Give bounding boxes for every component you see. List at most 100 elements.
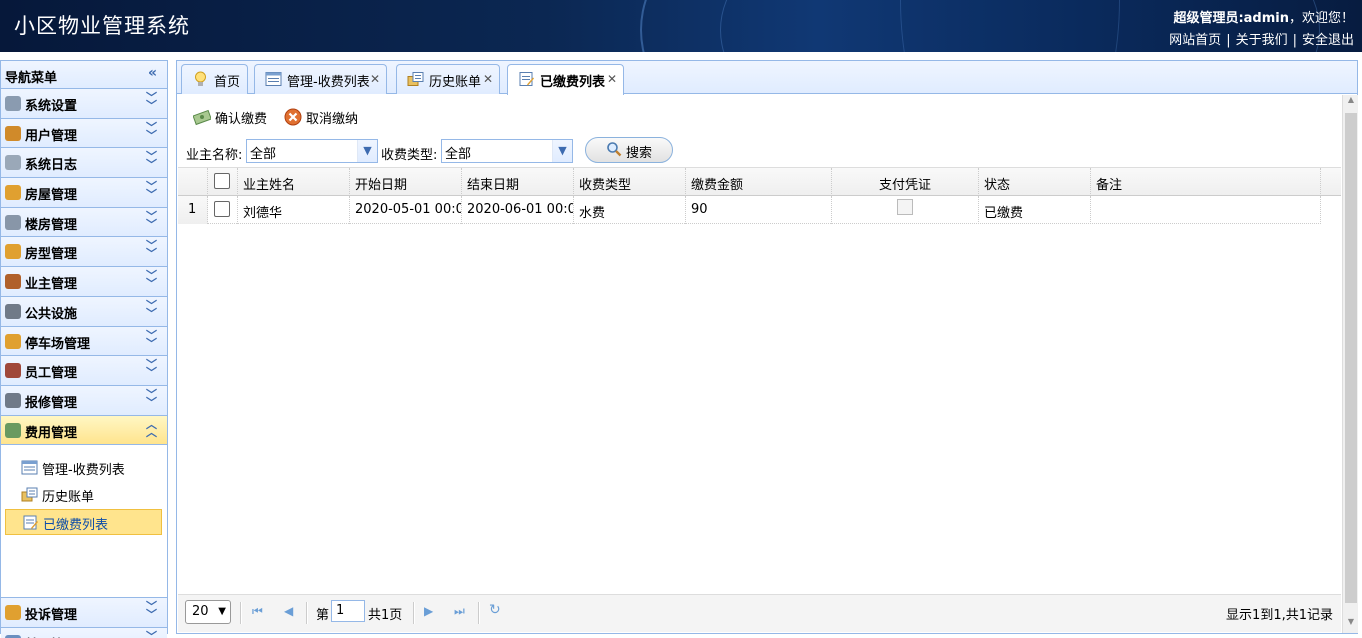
tab-history-bill[interactable]: 历史账单 ✕: [396, 64, 500, 94]
sidebar-item-7[interactable]: 公共设施 ﹀ ﹀: [1, 296, 167, 327]
sidebar-item-4[interactable]: 楼房管理 ﹀ ﹀: [1, 207, 167, 238]
tools-icon: [5, 303, 21, 319]
col-start-date[interactable]: 开始日期: [350, 168, 462, 196]
chevron-down-icon[interactable]: ﹀﹀: [146, 122, 157, 141]
header-globe-decoration: [900, 0, 1120, 52]
submenu-item-charge-list[interactable]: 管理-收费列表: [5, 455, 162, 481]
select-all-checkbox[interactable]: [208, 168, 238, 196]
submenu-item-label: 历史账单: [42, 490, 95, 506]
sidebar-item-label: 报修管理: [25, 395, 78, 411]
close-icon[interactable]: ✕: [483, 72, 493, 86]
next-page-icon[interactable]: ▶: [424, 604, 433, 618]
tab-charge-list[interactable]: 管理-收费列表 ✕: [254, 64, 387, 94]
col-remark[interactable]: 备注: [1091, 168, 1321, 196]
col-amount[interactable]: 缴费金额: [686, 168, 832, 196]
sidebar-item-bottom-0[interactable]: 投诉管理 ﹀ ﹀: [1, 598, 167, 628]
tab-paid-list[interactable]: 已缴费列表 ✕: [507, 64, 624, 95]
col-end-date[interactable]: 结束日期: [462, 168, 574, 196]
chevron-down-icon[interactable]: ﹀﹀: [146, 151, 157, 170]
sidebar-item-10[interactable]: 报修管理 ﹀ ﹀: [1, 385, 167, 416]
sidebar-item-0[interactable]: 系统设置 ﹀ ﹀: [1, 89, 167, 119]
app-title: 小区物业管理系统: [14, 14, 190, 38]
top-links: 网站首页 | 关于我们 | 安全退出: [1169, 33, 1354, 48]
sidebar-item-label: 员工管理: [25, 366, 78, 382]
tab-home[interactable]: 首页: [181, 64, 248, 94]
sidebar-item-label: 房型管理: [25, 247, 78, 263]
sidebar-item-8[interactable]: 停车场管理 ﹀ ﹀: [1, 326, 167, 357]
type-filter-value: 全部: [445, 147, 472, 162]
chevron-down-icon[interactable]: ﹀﹀: [146, 240, 157, 259]
sidebar-item-label: 投诉管理: [25, 608, 78, 624]
sidebar-item-2[interactable]: 系统日志 ﹀ ﹀: [1, 148, 167, 179]
first-page-icon[interactable]: ⏮: [252, 604, 263, 619]
cancel-payment-button[interactable]: 取消缴纳: [284, 105, 358, 129]
tab-label: 管理-收费列表: [287, 75, 370, 90]
col-status[interactable]: 状态: [979, 168, 1091, 196]
submenu-item-paid-list[interactable]: 已缴费列表: [5, 509, 162, 536]
cell-owner: 刘德华: [238, 196, 350, 224]
sidebar-item-9[interactable]: 员工管理 ﹀ ﹀: [1, 356, 167, 386]
type-filter-select[interactable]: 全部 ▼: [441, 139, 573, 163]
chevron-down-icon[interactable]: ﹀﹀: [146, 211, 157, 230]
page-number-input[interactable]: 1: [331, 600, 365, 622]
cell-end-date: 2020-06-01 00:00:00: [462, 196, 574, 224]
chevron-down-icon[interactable]: ﹀﹀: [146, 359, 157, 378]
sidebar-item-11[interactable]: 费用管理 ︿ ︿: [1, 415, 167, 446]
sidebar-item-6[interactable]: 业主管理 ﹀ ﹀: [1, 267, 167, 297]
owner-icon: [5, 274, 21, 290]
close-icon[interactable]: ✕: [370, 72, 380, 86]
search-button[interactable]: 搜索: [585, 137, 673, 163]
cell-status: 已缴费: [979, 196, 1091, 224]
col-voucher[interactable]: 支付凭证: [832, 168, 979, 196]
chevron-down-icon[interactable]: ﹀﹀: [146, 389, 157, 408]
refresh-icon[interactable]: ↻: [489, 602, 501, 618]
chevron-down-icon[interactable]: ﹀﹀: [146, 92, 157, 111]
nav-list-bottom: 投诉管理﹀﹀首页管理﹀﹀: [1, 598, 167, 638]
chevron-down-icon[interactable]: ▼: [552, 140, 572, 162]
scroll-down-icon[interactable]: ▼: [1343, 617, 1359, 633]
col-fee-type[interactable]: 收费类型: [574, 168, 686, 196]
sidebar-item-bottom-1[interactable]: 首页管理﹀﹀: [1, 627, 167, 638]
sidebar-item-5[interactable]: 房型管理 ﹀ ﹀: [1, 237, 167, 268]
scroll-up-icon[interactable]: ▲: [1343, 95, 1359, 111]
vertical-scrollbar[interactable]: ▲ ▼: [1342, 95, 1358, 633]
chevron-down-icon[interactable]: ﹀﹀: [146, 300, 157, 319]
nav-header: 导航菜单 «: [1, 61, 167, 89]
home-site-link[interactable]: 网站首页: [1169, 33, 1221, 48]
scroll-thumb[interactable]: [1345, 113, 1357, 603]
sidebar-item-3[interactable]: 房屋管理 ﹀ ﹀: [1, 178, 167, 208]
sidebar: 导航菜单 « 系统设置 ﹀ ﹀ 用户管理 ﹀ ﹀ 系统日志 ﹀ ﹀ 房屋管理 ﹀ ﹀ 楼房管理 ﹀ ﹀ 房型管…: [0, 60, 168, 638]
about-link[interactable]: 关于我们: [1236, 33, 1288, 48]
table-row[interactable]: 1 刘德华 2020-05-01 00:00:00 2020-06-01 00:…: [178, 196, 1321, 224]
fee-submenu: 管理-收费列表 历史账单 已缴费列表: [1, 445, 167, 599]
submenu-item-history-bill[interactable]: 历史账单: [5, 482, 162, 508]
repair-icon: [5, 392, 21, 408]
col-owner[interactable]: 业主姓名: [238, 168, 350, 196]
page-size-select[interactable]: 20 ▼: [185, 600, 231, 624]
owner-filter-select[interactable]: 全部 ▼: [246, 139, 378, 163]
double-chevron-left-icon[interactable]: «: [148, 65, 157, 81]
nav-list: 系统设置 ﹀ ﹀ 用户管理 ﹀ ﹀ 系统日志 ﹀ ﹀ 房屋管理 ﹀ ﹀ 楼房管理 ﹀ ﹀ 房型管理 ﹀ ﹀ 业主管理…: [1, 89, 167, 446]
chevron-down-icon[interactable]: ﹀﹀: [146, 330, 157, 349]
cell-start-date: 2020-05-01 00:00:00: [350, 196, 462, 224]
chevron-down-icon[interactable]: ﹀﹀: [146, 631, 157, 638]
chevron-down-icon[interactable]: ﹀﹀: [146, 270, 157, 289]
chevron-down-icon[interactable]: ﹀﹀: [146, 181, 157, 200]
cell-remark: [1091, 196, 1321, 224]
close-icon[interactable]: ✕: [607, 72, 617, 86]
chevron-down-icon[interactable]: ﹀﹀: [146, 601, 157, 620]
logout-link[interactable]: 安全退出: [1302, 33, 1354, 48]
row-checkbox[interactable]: [208, 196, 238, 224]
chevron-down-icon[interactable]: ▼: [357, 140, 377, 162]
last-page-icon[interactable]: ⏭: [454, 604, 465, 619]
prev-page-icon[interactable]: ◀: [284, 604, 293, 618]
owner-filter-label: 业主名称:: [186, 148, 243, 163]
confirm-payment-button[interactable]: 确认缴费: [193, 105, 267, 129]
grid-header: 业主姓名 开始日期 结束日期 收费类型 缴费金额 支付凭证 状态 备注: [178, 168, 1341, 196]
broken-image-icon[interactable]: [897, 199, 913, 215]
search-icon: [607, 142, 622, 157]
type-filter-label: 收费类型:: [381, 148, 438, 163]
chevron-up-icon[interactable]: ︿ ︿: [146, 419, 157, 438]
cancel-icon: [284, 108, 302, 126]
sidebar-item-1[interactable]: 用户管理 ﹀ ﹀: [1, 118, 167, 149]
